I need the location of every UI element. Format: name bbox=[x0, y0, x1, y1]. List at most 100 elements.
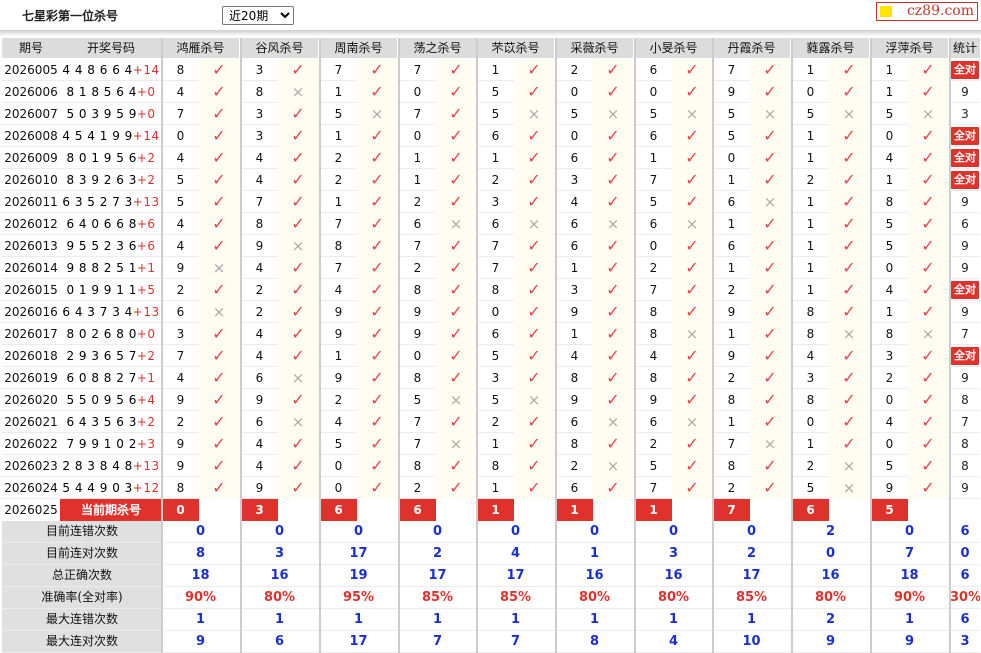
kill-number: 1 bbox=[491, 437, 500, 451]
draw-digits: 2 9 3 6 5 7 bbox=[66, 349, 137, 363]
kill-number: 7 bbox=[727, 437, 736, 451]
check-icon: ✓ bbox=[750, 345, 790, 367]
col-header-expert[interactable]: 蕤露杀号 bbox=[792, 38, 869, 58]
kill-number: 1 bbox=[491, 151, 500, 165]
draw-numbers-cell: 0 1 9 9 1 1+5 bbox=[60, 279, 162, 301]
cross-icon: × bbox=[278, 367, 318, 389]
check-icon: ✓ bbox=[199, 411, 239, 433]
kill-number: 2 bbox=[413, 481, 422, 495]
col-header-period: 期号 bbox=[2, 38, 60, 58]
period-cell: 2026006 bbox=[4, 85, 58, 99]
check-icon: ✓ bbox=[436, 169, 476, 191]
cross-icon: × bbox=[593, 455, 633, 477]
column-divider bbox=[712, 38, 714, 653]
draw-numbers-cell: 9 5 5 2 3 6+6 bbox=[60, 235, 162, 257]
check-icon: ✓ bbox=[750, 257, 790, 279]
check-icon: ✓ bbox=[357, 323, 397, 345]
kill-number: 4 bbox=[255, 173, 264, 187]
col-header-expert[interactable]: 采薇杀号 bbox=[556, 38, 633, 58]
kill-number: 1 bbox=[727, 173, 736, 187]
kill-number: 2 bbox=[727, 283, 736, 297]
check-icon: ✓ bbox=[357, 345, 397, 367]
check-icon: ✓ bbox=[672, 367, 712, 389]
row-stat: 7 bbox=[961, 327, 969, 341]
kill-number: 1 bbox=[806, 129, 815, 143]
kill-number: 7 bbox=[176, 349, 185, 363]
check-icon: ✓ bbox=[357, 59, 397, 81]
kill-number: 8 bbox=[885, 327, 894, 341]
check-icon: ✓ bbox=[357, 147, 397, 169]
row-stat: 全对 bbox=[951, 171, 979, 189]
row-stat: 7 bbox=[961, 415, 969, 429]
check-icon: ✓ bbox=[593, 433, 633, 455]
kill-number: 0 bbox=[413, 85, 422, 99]
check-icon: ✓ bbox=[199, 81, 239, 103]
draw-sum-offset: +0 bbox=[136, 107, 156, 121]
kill-number: 7 bbox=[255, 195, 264, 209]
col-header-expert[interactable]: 丹霞杀号 bbox=[713, 38, 790, 58]
kill-number: 7 bbox=[413, 63, 422, 77]
summary-label: 目前连错次数 bbox=[2, 521, 162, 542]
cross-icon: × bbox=[593, 213, 633, 235]
kill-number: 9 bbox=[413, 305, 422, 319]
draw-sum-offset: +14 bbox=[132, 63, 160, 77]
kill-number: 2 bbox=[255, 305, 264, 319]
column-divider bbox=[161, 38, 163, 653]
summary-value: 8 bbox=[589, 634, 600, 649]
check-icon: ✓ bbox=[908, 125, 948, 147]
col-header-expert[interactable]: 小旻杀号 bbox=[635, 38, 712, 58]
draw-sum-offset: +0 bbox=[136, 85, 156, 99]
check-icon: ✓ bbox=[750, 213, 790, 235]
kill-number: 0 bbox=[570, 85, 579, 99]
check-icon: ✓ bbox=[829, 235, 869, 257]
summary-value: 9 bbox=[195, 634, 206, 649]
col-header-expert[interactable]: 周南杀号 bbox=[320, 38, 397, 58]
draw-numbers-cell: 2 8 3 8 4 8+13 bbox=[60, 455, 162, 477]
check-icon: ✓ bbox=[514, 345, 554, 367]
draw-digits: 6 4 0 6 6 8 bbox=[66, 217, 137, 231]
kill-number: 2 bbox=[806, 173, 815, 187]
check-icon: ✓ bbox=[750, 323, 790, 345]
check-icon: ✓ bbox=[436, 81, 476, 103]
draw-digits: 0 1 9 9 1 1 bbox=[66, 283, 137, 297]
summary-value: 3 bbox=[668, 546, 679, 561]
check-icon: ✓ bbox=[436, 301, 476, 323]
kill-number: 0 bbox=[570, 129, 579, 143]
check-icon: ✓ bbox=[357, 213, 397, 235]
current-period: 2026025 bbox=[4, 503, 58, 517]
check-icon: ✓ bbox=[278, 147, 318, 169]
col-header-expert[interactable]: 浮萍杀号 bbox=[871, 38, 948, 58]
draw-numbers-cell: 8 1 8 5 6 4+0 bbox=[60, 81, 162, 103]
draw-sum-offset: +2 bbox=[136, 349, 156, 363]
check-icon: ✓ bbox=[357, 455, 397, 477]
summary-value: 3 bbox=[274, 546, 285, 561]
check-icon: ✓ bbox=[908, 235, 948, 257]
kill-number: 1 bbox=[570, 327, 579, 341]
summary-value: 4 bbox=[510, 546, 521, 561]
draw-digits: 8 3 9 2 6 3 bbox=[66, 173, 137, 187]
kill-number: 2 bbox=[334, 173, 343, 187]
cross-icon: × bbox=[672, 323, 712, 345]
check-icon: ✓ bbox=[514, 147, 554, 169]
check-icon: ✓ bbox=[278, 345, 318, 367]
kill-number: 3 bbox=[255, 63, 264, 77]
period-cell: 2026008 bbox=[4, 129, 58, 143]
draw-numbers-cell: 2 9 3 6 5 7+2 bbox=[60, 345, 162, 367]
period-cell: 2026017 bbox=[4, 327, 58, 341]
check-icon: ✓ bbox=[357, 257, 397, 279]
summary-value: 16 bbox=[585, 568, 604, 583]
check-icon: ✓ bbox=[514, 323, 554, 345]
kill-number: 4 bbox=[176, 151, 185, 165]
kill-number: 5 bbox=[491, 85, 500, 99]
period-cell: 2026024 bbox=[4, 481, 58, 495]
kill-number: 7 bbox=[491, 239, 500, 253]
col-header-expert[interactable]: 芣苡杀号 bbox=[477, 38, 554, 58]
row-stat: 全对 bbox=[951, 61, 979, 79]
kill-number: 0 bbox=[727, 151, 736, 165]
check-icon: ✓ bbox=[514, 301, 554, 323]
col-header-expert[interactable]: 谷风杀号 bbox=[241, 38, 318, 58]
row-stat: 9 bbox=[961, 261, 969, 275]
col-header-expert[interactable]: 鸿雁杀号 bbox=[162, 38, 239, 58]
kill-number: 4 bbox=[176, 239, 185, 253]
col-header-expert[interactable]: 荡之杀号 bbox=[399, 38, 476, 58]
